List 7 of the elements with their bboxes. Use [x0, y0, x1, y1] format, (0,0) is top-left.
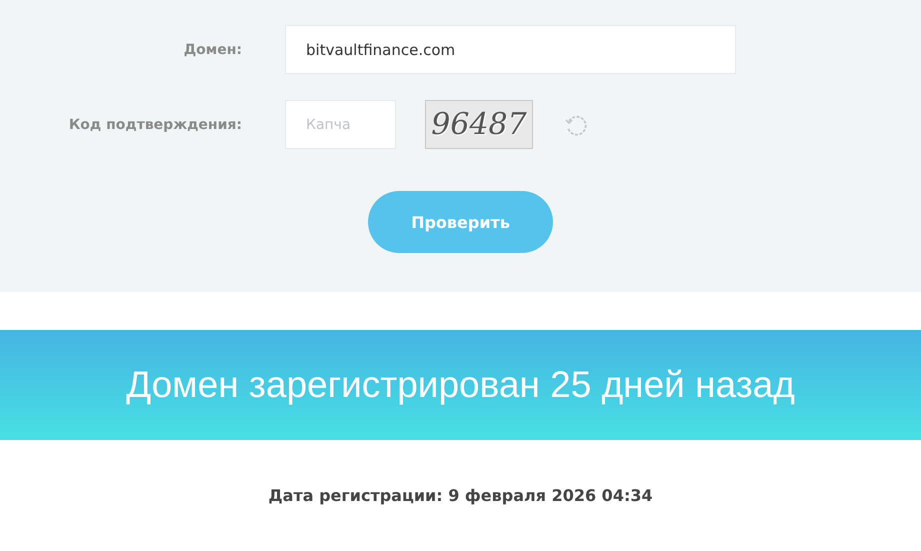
captcha-image: 96487 — [425, 100, 533, 149]
result-headline: Домен зарегистрирован 25 дней назад — [126, 364, 795, 406]
registration-date: Дата регистрации: 9 февраля 2026 04:34 — [268, 486, 653, 505]
field-label: Код подтверждения: — [68, 116, 242, 132]
field-label: Домен: — [182, 42, 242, 58]
captcha-input[interactable]: Капча — [285, 100, 396, 149]
domain-input[interactable]: bitvaultfinance.com — [285, 25, 736, 74]
